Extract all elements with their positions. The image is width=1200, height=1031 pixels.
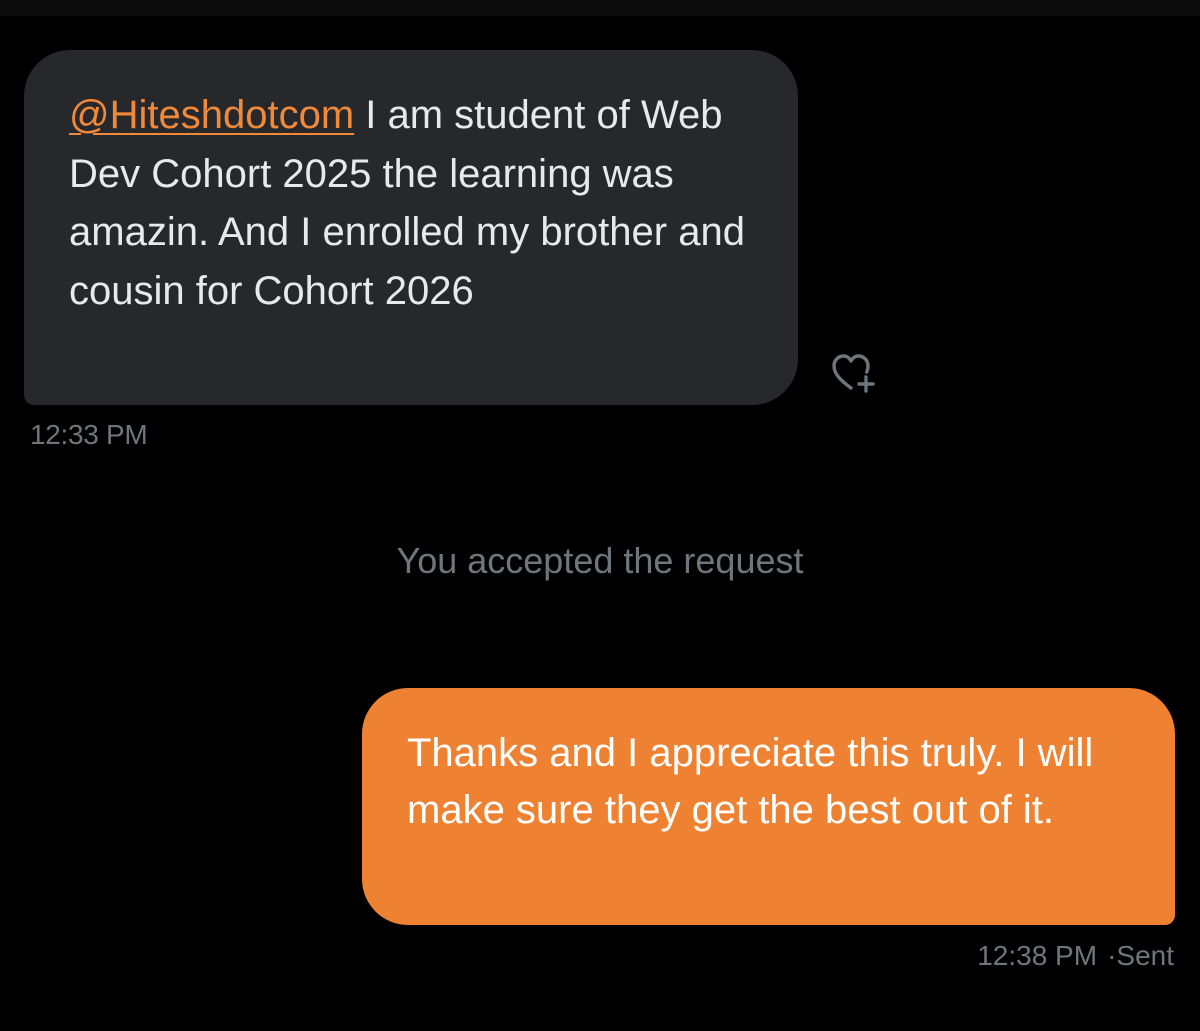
meta-separator: · bbox=[1107, 940, 1117, 971]
mention-link[interactable]: @Hiteshdotcom bbox=[69, 93, 354, 137]
system-message: You accepted the request bbox=[396, 540, 804, 581]
incoming-message-bubble[interactable]: @Hiteshdotcom I am student of Web Dev Co… bbox=[24, 50, 798, 405]
sent-status: Sent bbox=[1116, 940, 1174, 971]
outgoing-meta: 12:38 PM ·Sent bbox=[977, 940, 1174, 972]
incoming-message-text: @Hiteshdotcom I am student of Web Dev Co… bbox=[69, 86, 754, 320]
delivery-status: ·Sent bbox=[1107, 940, 1174, 972]
outgoing-message-bubble[interactable]: Thanks and I appreciate this truly. I wi… bbox=[362, 688, 1175, 925]
incoming-timestamp: 12:33 PM bbox=[30, 419, 148, 450]
outgoing-timestamp: 12:38 PM bbox=[977, 940, 1098, 971]
react-button[interactable] bbox=[820, 346, 886, 400]
outgoing-message-text: Thanks and I appreciate this truly. I wi… bbox=[407, 731, 1094, 832]
top-bar-edge bbox=[0, 0, 1200, 16]
heart-plus-icon bbox=[831, 353, 875, 393]
